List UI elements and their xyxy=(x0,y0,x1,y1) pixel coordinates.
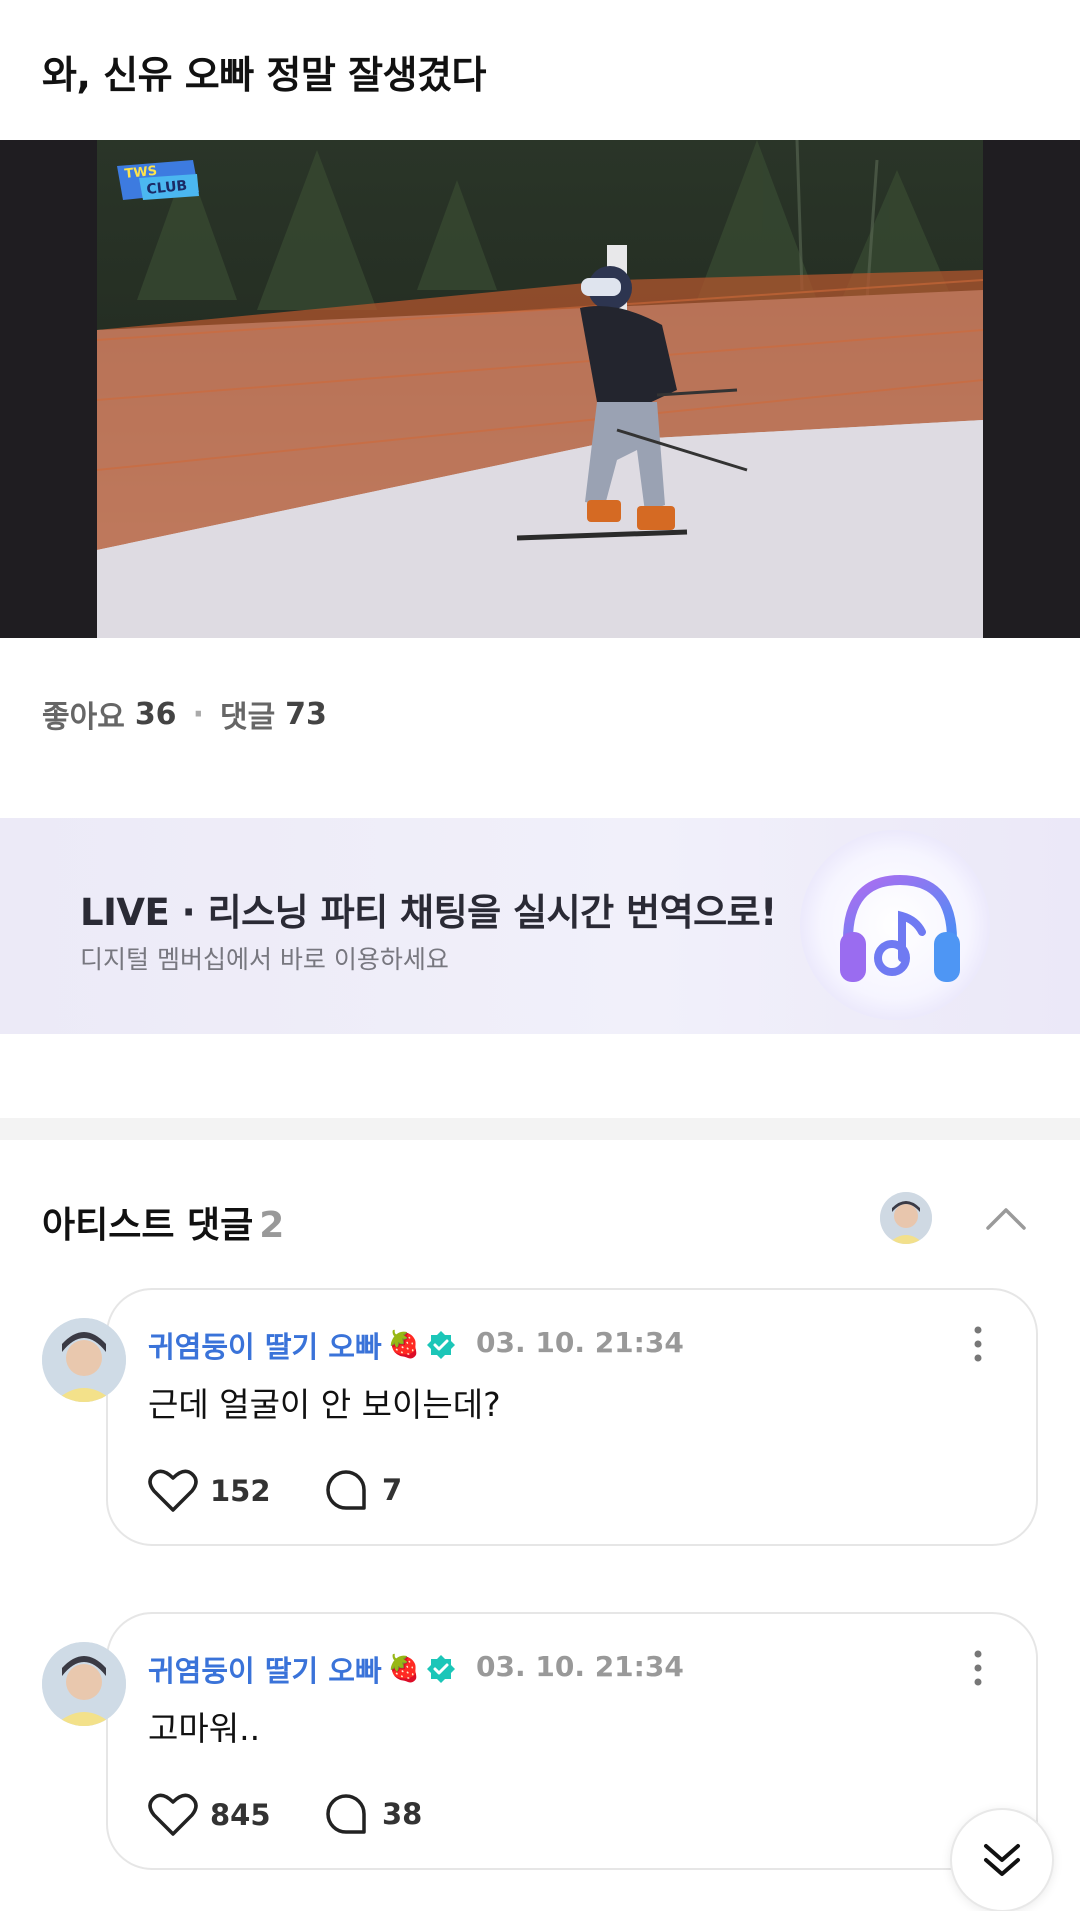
promo-banner[interactable]: LIVE · 리스닝 파티 채팅을 실시간 번역으로! 디지털 멤버십에서 바로… xyxy=(0,818,1080,1034)
comment-text: 근데 얼굴이 안 보이는데? xyxy=(148,1385,501,1424)
banner-subtitle: 디지털 멤버십에서 바로 이용하세요 xyxy=(80,945,449,974)
likes-count: 36 xyxy=(134,696,177,732)
more-options-icon[interactable] xyxy=(968,1648,988,1688)
speech-bubble-icon xyxy=(326,1794,366,1834)
comment-avatar[interactable] xyxy=(42,1642,126,1726)
scroll-down-button[interactable] xyxy=(950,1808,1054,1911)
comment-author[interactable]: 귀염둥이 딸기 오빠 🍓 xyxy=(148,1648,456,1690)
author-name[interactable]: 귀염둥이 딸기 오빠 xyxy=(148,1648,382,1690)
artist-comments-header: 아티스트 댓글 2 xyxy=(42,1196,284,1248)
video-thumbnail[interactable]: TWS CLUB xyxy=(97,140,983,638)
post-media[interactable]: TWS CLUB xyxy=(0,140,1080,638)
more-options-icon[interactable] xyxy=(968,1324,988,1364)
verified-badge-icon xyxy=(427,1331,456,1359)
likes-label: 좋아요 xyxy=(42,700,125,735)
chevron-up-icon xyxy=(986,1208,1026,1230)
double-chevron-down-icon xyxy=(984,1844,1020,1876)
heart-icon xyxy=(148,1469,198,1512)
like-button[interactable]: 845 xyxy=(148,1792,271,1838)
artist-comments-count: 2 xyxy=(259,1205,285,1246)
verified-badge-icon xyxy=(427,1655,456,1683)
strawberry-emoji: 🍓 xyxy=(387,1330,421,1360)
comment-text: 고마워.. xyxy=(148,1709,261,1748)
section-divider xyxy=(0,1118,1080,1140)
collapse-button[interactable] xyxy=(980,1192,1032,1244)
post-title: 와, 신유 오빠 정말 잘생겼다 xyxy=(42,53,486,97)
reply-count: 7 xyxy=(382,1473,403,1507)
like-count: 845 xyxy=(210,1798,271,1832)
reply-count: 38 xyxy=(382,1797,423,1831)
like-button[interactable]: 152 xyxy=(148,1468,271,1514)
comments-label[interactable]: 댓글 xyxy=(220,692,275,736)
like-count: 152 xyxy=(210,1474,271,1508)
comment-time: 03. 10. 21:34 xyxy=(476,1326,684,1359)
comments-count[interactable]: 73 xyxy=(285,697,327,732)
tws-club-logo: TWS CLUB xyxy=(117,160,199,200)
stats-separator: · xyxy=(192,696,204,732)
reply-button[interactable]: 38 xyxy=(324,1792,422,1836)
speech-bubble-icon xyxy=(326,1470,366,1510)
artist-comments-label: 아티스트 댓글 xyxy=(42,1205,254,1246)
reply-button[interactable]: 7 xyxy=(324,1468,402,1512)
comment-card[interactable]: 귀염둥이 딸기 오빠 🍓 03. 10. 21:34 근데 얼굴이 안 보이는데… xyxy=(106,1288,1038,1546)
headphones-music-icon xyxy=(840,874,960,982)
comment-author[interactable]: 귀염둥이 딸기 오빠 🍓 xyxy=(148,1324,456,1366)
strawberry-emoji: 🍓 xyxy=(387,1654,421,1684)
comment-avatar[interactable] xyxy=(42,1318,126,1402)
post-stats: 좋아요 36 · 댓글 73 xyxy=(42,692,327,736)
author-name[interactable]: 귀염둥이 딸기 오빠 xyxy=(148,1324,382,1366)
comment-time: 03. 10. 21:34 xyxy=(476,1650,684,1683)
banner-title: LIVE · 리스닝 파티 채팅을 실시간 번역으로! xyxy=(80,891,777,934)
artist-avatar[interactable] xyxy=(880,1192,932,1244)
comment-card[interactable]: 귀염둥이 딸기 오빠 🍓 03. 10. 21:34 고마워.. 845 38 xyxy=(106,1612,1038,1870)
heart-icon xyxy=(148,1793,198,1836)
